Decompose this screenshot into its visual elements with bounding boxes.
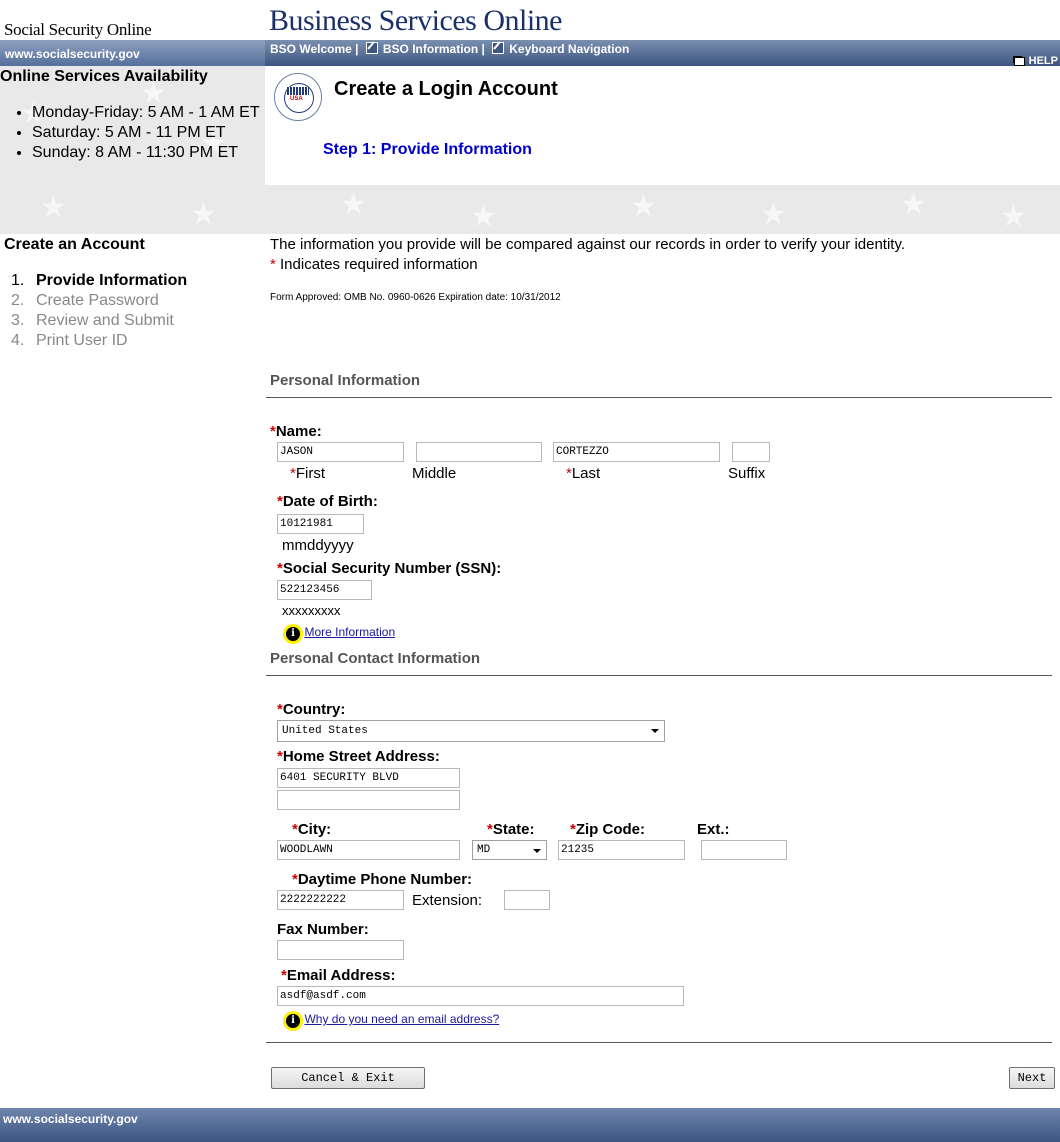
availability-item: Sunday: 8 AM - 11:30 PM ET [32, 143, 272, 163]
intro-text: The information you provide will be comp… [270, 236, 906, 253]
phone-extension-input[interactable] [504, 890, 550, 910]
edit-icon [365, 42, 378, 54]
step-item-provide-information: 1. Provide Information [11, 272, 188, 289]
nav-bso-welcome[interactable]: BSO Welcome [270, 42, 352, 56]
fax-input[interactable] [277, 940, 404, 960]
help-label: HELP [1028, 55, 1058, 67]
street-address-line2-input[interactable] [277, 790, 460, 810]
phone-label: *Daytime Phone Number: [292, 871, 473, 888]
ssn-input[interactable]: 522123456 [277, 580, 372, 600]
sidebar-title: Create an Account [4, 236, 145, 253]
country-label: *Country: [277, 701, 346, 718]
dob-format-hint: mmddyyyy [282, 537, 354, 554]
help-link[interactable]: HELP [1013, 55, 1058, 67]
edit-icon [492, 42, 505, 54]
divider [266, 397, 1052, 398]
ssa-seal-logo: USA [274, 73, 322, 121]
country-select[interactable]: United States [277, 720, 665, 742]
street-address-input[interactable]: 6401 SECURITY BLVD [277, 768, 460, 788]
divider [266, 675, 1052, 676]
city-label: *City: [292, 821, 332, 838]
email-label: *Email Address: [281, 967, 396, 984]
zip-ext-label: Ext.: [697, 821, 730, 838]
phone-input[interactable]: 2222222222 [277, 890, 404, 910]
city-input[interactable]: WOODLAWN [277, 840, 460, 860]
chevron-down-icon [533, 849, 541, 853]
dob-label: *Date of Birth: [277, 493, 378, 510]
step-item-print-user-id: 4. Print User ID [11, 332, 128, 349]
availability-item: Saturday: 5 AM - 11 PM ET [32, 123, 272, 143]
dob-input[interactable]: 10121981 [277, 514, 364, 534]
fax-label: Fax Number: [277, 921, 369, 938]
cancel-exit-button[interactable]: Cancel & Exit [271, 1067, 425, 1089]
email-input[interactable]: asdf@asdf.com [277, 986, 684, 1006]
personal-info-heading: Personal Information [270, 372, 421, 389]
first-label: *First [290, 465, 326, 482]
zip-label: *Zip Code: [570, 821, 645, 838]
zip-code-input[interactable]: 21235 [558, 840, 685, 860]
omb-notice: Form Approved: OMB No. 0960-0626 Expirat… [270, 292, 561, 303]
footer-url[interactable]: www.socialsecurity.gov [3, 1112, 138, 1126]
info-icon: i [286, 627, 300, 641]
first-name-input[interactable]: JASON [277, 442, 404, 462]
required-note: * Indicates required information [270, 256, 478, 273]
nav-bso-information[interactable]: BSO Information [383, 42, 478, 56]
nav-keyboard-navigation[interactable]: Keyboard Navigation [509, 42, 629, 56]
divider [266, 1042, 1052, 1043]
window-icon [1013, 56, 1025, 66]
last-label: *Last [566, 465, 601, 482]
info-icon: i [286, 1014, 300, 1028]
page-title: Create a Login Account [334, 78, 558, 100]
nav-links: BSO Welcome | BSO Information | Keyboard… [270, 42, 629, 56]
step-title: Step 1: Provide Information [323, 141, 532, 158]
contact-info-heading: Personal Contact Information [270, 650, 481, 667]
ssn-label: *Social Security Number (SSN): [277, 560, 502, 577]
middle-label: Middle [412, 465, 457, 482]
suffix-input[interactable] [732, 442, 770, 462]
nav-separator: | [355, 42, 359, 56]
street-label: *Home Street Address: [277, 748, 440, 765]
more-info-link[interactable]: i More Information [286, 623, 395, 641]
last-name-input[interactable]: CORTEZZO [553, 442, 720, 462]
step-item-review-submit: 3. Review and Submit [11, 312, 174, 329]
step-list: 1. Provide Information 2. Create Password … [11, 271, 187, 351]
availability-title: Online Services Availability [0, 68, 208, 85]
email-why-link[interactable]: i Why do you need an email address? [286, 1010, 499, 1028]
availability-list: Monday-Friday: 5 AM - 1 AM ET Saturday: … [10, 103, 272, 163]
name-label: *Name: [270, 423, 322, 440]
nav-separator: | [481, 42, 485, 56]
next-button[interactable]: Next [1009, 1067, 1055, 1089]
suffix-label: Suffix [728, 465, 766, 482]
footer-bar [0, 1108, 1060, 1142]
app-title: Business Services Online [269, 4, 562, 37]
ssn-format-hint: xxxxxxxxx [282, 603, 341, 618]
zip-ext-input[interactable] [701, 840, 787, 860]
state-select[interactable]: MD [472, 840, 547, 860]
extension-label: Extension: [412, 892, 483, 909]
state-label: *State: [487, 821, 535, 838]
middle-name-input[interactable] [416, 442, 542, 462]
site-url[interactable]: www.socialsecurity.gov [5, 47, 140, 61]
site-name[interactable]: Social Security Online [4, 20, 152, 40]
availability-item: Monday-Friday: 5 AM - 1 AM ET [32, 103, 272, 123]
stars-banner: ★ ★ ★ ★ ★ ★ ★ ★ [0, 185, 1060, 234]
step-item-create-password: 2. Create Password [11, 292, 159, 309]
chevron-down-icon [651, 729, 659, 733]
